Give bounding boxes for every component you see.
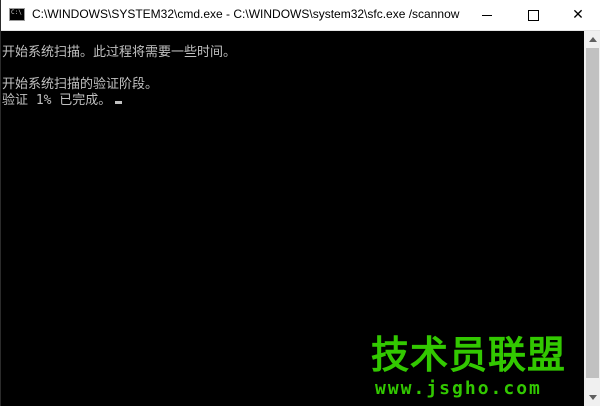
watermark: 技术员联盟 www.jsgho.com [371,333,581,403]
window-title: C:\WINDOWS\SYSTEM32\cmd.exe - C:\WINDOWS… [32,7,460,21]
minimize-button[interactable] [464,0,510,30]
cmd-icon-label: C:\ [11,9,22,16]
console-line-current: 验证 1% 已完成。 [2,93,123,109]
scroll-thumb[interactable] [586,48,599,378]
text-cursor [115,101,123,104]
console-line-text: 验证 1% 已完成。 [2,93,112,108]
maximize-icon [527,9,539,21]
console-line: 开始系统扫描。此过程将需要一些时间。 [2,45,237,60]
arrow-down-icon [588,395,597,400]
close-button[interactable]: ✕ [555,0,600,30]
scroll-up-button[interactable] [584,31,600,48]
cmd-icon[interactable]: C:\ [9,8,25,21]
maximize-button[interactable] [510,0,556,30]
watermark-logo: 技术员联盟 [371,333,567,377]
console-line: 开始系统扫描的验证阶段。 [2,77,159,92]
vertical-scrollbar[interactable] [584,31,600,406]
watermark-url: www.jsgho.com [375,378,542,399]
close-icon: ✕ [572,7,584,23]
arrow-up-icon [588,37,597,42]
minimize-icon [482,14,492,16]
console-window: C:\ C:\WINDOWS\SYSTEM32\cmd.exe - C:\WIN… [0,0,600,406]
scroll-down-button[interactable] [584,389,600,406]
title-bar[interactable]: C:\ C:\WINDOWS\SYSTEM32\cmd.exe - C:\WIN… [1,0,600,31]
